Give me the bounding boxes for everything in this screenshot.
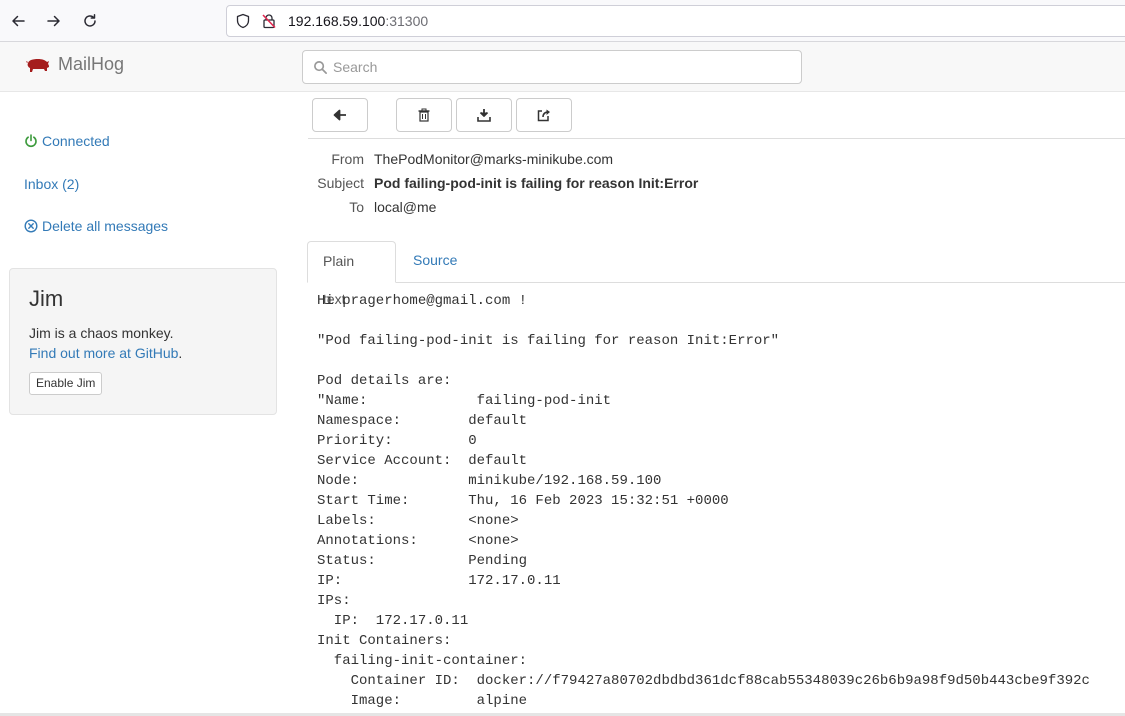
body-line: Priority: 0 <box>317 433 477 449</box>
body-line: Hi pragerhome@gmail.com ! <box>317 293 528 309</box>
jim-link-suffix: . <box>178 345 183 361</box>
body-line: Pod details are: <box>317 373 452 389</box>
body-line: Image: alpine <box>317 693 528 709</box>
body-line: Labels: <none> <box>317 513 519 529</box>
body-line: IP: 172.17.0.11 <box>317 613 469 629</box>
message-body: Hi pragerhome@gmail.com ! "Pod failing-p… <box>317 291 1117 711</box>
arrow-left-icon <box>333 109 346 121</box>
browser-toolbar: 192.168.59.100:31300 <box>0 0 1125 42</box>
to-label: To <box>349 199 364 215</box>
pig-logo-icon <box>26 58 49 72</box>
circle-x-icon <box>24 219 38 233</box>
jim-github-link[interactable]: Find out more at GitHub <box>29 345 178 361</box>
tab-plain-text[interactable]: Plain text <box>307 241 396 307</box>
body-line: Namespace: default <box>317 413 528 429</box>
body-line: Service Account: default <box>317 453 528 469</box>
jim-panel: Jim Jim is a chaos monkey. Find out more… <box>9 268 277 415</box>
body-line <box>317 311 1117 331</box>
back-button[interactable] <box>312 98 368 132</box>
body-line: Node: minikube/192.168.59.100 <box>317 473 662 489</box>
body-line: "Pod failing-pod-init is failing for rea… <box>317 333 780 349</box>
toolbar-divider <box>308 138 1125 139</box>
body-line: IPs: <box>317 593 351 609</box>
insecure-lock-icon[interactable] <box>261 13 277 29</box>
subject-value: Pod failing-pod-init is failing for reas… <box>374 175 699 191</box>
jim-title: Jim <box>29 286 64 311</box>
url-port: :31300 <box>385 13 429 29</box>
from-label: From <box>331 151 364 167</box>
brand-name: MailHog <box>58 54 125 74</box>
tab-source[interactable]: Source <box>398 241 472 283</box>
body-line: IP: 172.17.0.11 <box>317 573 561 589</box>
share-icon <box>537 109 550 122</box>
body-line: failing-init-container: <box>317 653 528 669</box>
reload-icon[interactable] <box>78 9 102 33</box>
forward-arrow-icon[interactable] <box>42 9 66 33</box>
body-line <box>317 351 1117 371</box>
back-arrow-icon[interactable] <box>6 9 30 33</box>
body-line: Annotations: <none> <box>317 533 519 549</box>
delete-button[interactable] <box>396 98 452 132</box>
body-line: Status: Pending <box>317 553 528 569</box>
sidebar-item-inbox[interactable]: Inbox (2) <box>24 176 79 192</box>
connection-status[interactable]: Connected <box>24 133 110 149</box>
sidebar: Connected Inbox (2) Delete all messages … <box>0 93 290 716</box>
body-line: Start Time: Thu, 16 Feb 2023 15:32:51 +0… <box>317 493 729 509</box>
power-icon <box>25 134 37 148</box>
jim-description: Jim is a chaos monkey. <box>29 325 174 341</box>
delete-all-label: Delete all messages <box>42 218 169 234</box>
jim-link-line: Find out more at GitHub. <box>29 345 182 361</box>
download-button[interactable] <box>456 98 512 132</box>
body-line: Container ID: docker://f79427a80702dbdbd… <box>317 673 1090 689</box>
trash-icon <box>418 108 430 122</box>
delete-all-messages-link[interactable]: Delete all messages <box>24 218 168 234</box>
address-bar[interactable]: 192.168.59.100:31300 <box>226 5 1125 37</box>
to-value: local@me <box>374 199 437 215</box>
body-line: Init Containers: <box>317 633 452 649</box>
release-button[interactable] <box>516 98 572 132</box>
enable-jim-button[interactable]: Enable Jim <box>29 372 103 395</box>
from-value: ThePodMonitor@marks-minikube.com <box>374 151 614 167</box>
search-input[interactable]: Search <box>302 50 802 84</box>
connected-label: Connected <box>42 133 110 149</box>
search-icon <box>314 61 327 74</box>
app-navbar: MailHog Search <box>0 42 1125 92</box>
url-host: 192.168.59.100 <box>288 13 386 29</box>
body-line: "Name: failing-pod-init <box>317 393 612 409</box>
url-text: 192.168.59.100:31300 <box>288 13 428 29</box>
download-icon <box>477 109 491 122</box>
inbox-label: Inbox (2) <box>24 176 80 192</box>
shield-icon[interactable] <box>235 13 251 29</box>
search-placeholder: Search <box>333 59 378 75</box>
subject-label: Subject <box>317 175 364 191</box>
brand[interactable]: MailHog <box>25 54 124 75</box>
